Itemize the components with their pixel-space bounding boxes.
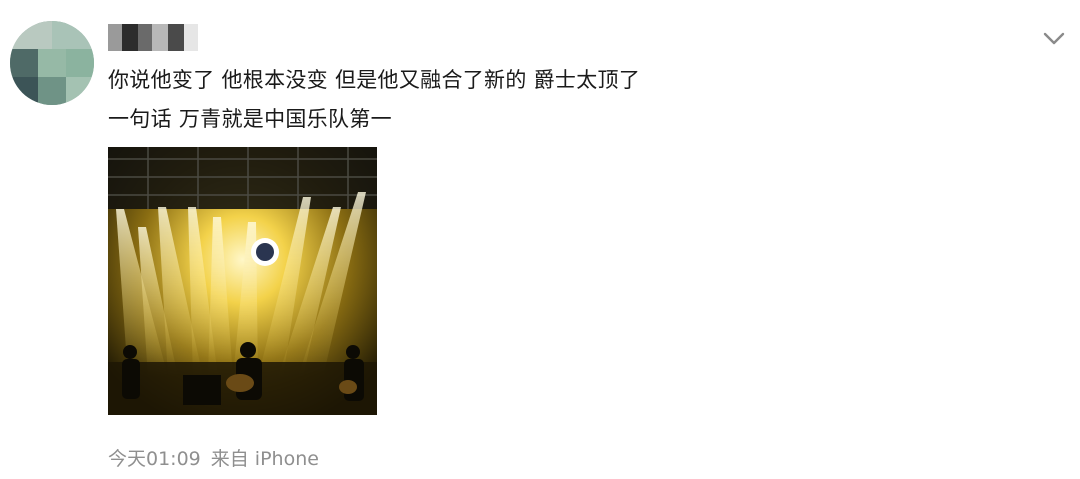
chevron-down-icon[interactable] — [1038, 22, 1070, 54]
post-text-line2: 一句话 万青就是中国乐队第一 — [108, 107, 392, 131]
post-source: 来自 iPhone — [210, 448, 319, 470]
avatar[interactable] — [10, 21, 94, 105]
post-time: 今天01:09 — [108, 448, 201, 470]
username-pixelated[interactable] — [108, 24, 208, 51]
post-photo[interactable] — [108, 147, 377, 415]
weibo-post: 你说他变了 他根本没变 但是他又融合了新的 爵士太顶了 一句话 万青就是中国乐队… — [0, 0, 1080, 479]
post-meta: 今天01:09 来自 iPhone — [108, 444, 319, 471]
post-text-line1: 你说他变了 他根本没变 但是他又融合了新的 爵士太顶了 — [108, 68, 641, 92]
